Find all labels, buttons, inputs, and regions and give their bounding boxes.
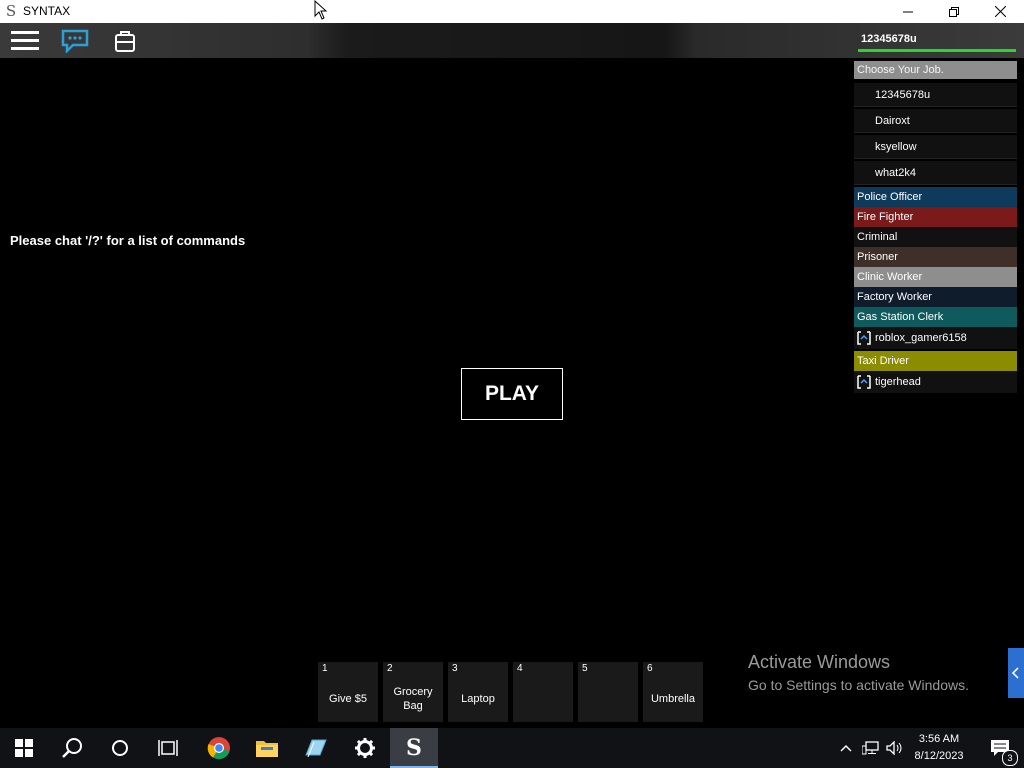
action-center-button[interactable]: 3 <box>980 728 1020 768</box>
leaderboard-player-row[interactable]: 12345678u <box>854 83 1017 107</box>
windows-start-icon <box>15 739 33 757</box>
network-icon <box>862 741 879 755</box>
notification-count-badge: 3 <box>1002 750 1018 766</box>
windows-taskbar: S 3:56 AM 8/12/2023 3 <box>0 728 1024 768</box>
team-row-factory-worker: Factory Worker <box>854 287 1017 307</box>
team-member-row[interactable]: tigerhead <box>854 371 1017 393</box>
hotbar-slot-2[interactable]: 2 Grocery Bag <box>383 662 443 722</box>
slot-number: 1 <box>322 663 328 674</box>
chrome-taskbar-button[interactable] <box>195 728 243 768</box>
team-row-gas-station-clerk: Gas Station Clerk <box>854 307 1017 327</box>
task-view-button[interactable] <box>144 728 192 768</box>
volume-button[interactable] <box>884 728 906 768</box>
slot-label: Give $5 <box>329 693 367 705</box>
activate-windows-watermark: Activate Windows Go to Settings to activ… <box>748 652 969 693</box>
network-button[interactable] <box>860 728 882 768</box>
slot-number: 4 <box>517 663 523 674</box>
play-button[interactable]: PLAY <box>461 368 563 420</box>
file-explorer-icon <box>256 741 278 757</box>
watermark-subtitle: Go to Settings to activate Windows. <box>748 677 969 693</box>
slot-label: Grocery Bag <box>393 686 433 712</box>
slot-label: Umbrella <box>650 693 695 705</box>
slot-label: Laptop <box>461 693 495 705</box>
search-button[interactable] <box>48 728 96 768</box>
cortana-icon <box>112 740 128 756</box>
syntax-icon: S <box>406 735 422 761</box>
side-panel-toggle[interactable] <box>1008 648 1024 698</box>
chat-icon[interactable] <box>60 23 90 58</box>
restore-icon <box>949 6 959 17</box>
membership-icon <box>857 331 871 345</box>
slot-label <box>513 680 573 718</box>
slot-number: 5 <box>582 663 588 674</box>
clock-time: 3:56 AM <box>918 733 960 745</box>
volume-icon <box>886 741 902 755</box>
team-member-name: tigerhead <box>875 376 921 388</box>
leaderboard-header: Choose Your Job. <box>854 61 1017 79</box>
window-title: SYNTAX <box>23 4 71 18</box>
team-member-row[interactable]: roblox_gamer6158 <box>854 327 1017 349</box>
slot-number: 6 <box>647 663 653 674</box>
syntax-taskbar-button[interactable]: S <box>390 728 438 768</box>
team-row-fire-fighter: Fire Fighter <box>854 207 1017 227</box>
settings-icon <box>355 738 375 758</box>
window-title-bar: S SYNTAX <box>0 0 1024 23</box>
leaderboard-player-row[interactable]: what2k4 <box>854 161 1017 185</box>
watermark-title: Activate Windows <box>748 652 891 672</box>
leaderboard-player-row[interactable]: ksyellow <box>854 135 1017 159</box>
slot-number: 2 <box>387 663 393 674</box>
task-view-icon <box>158 740 178 756</box>
team-row-prisoner: Prisoner <box>854 247 1017 267</box>
health-bar-fill <box>858 49 1016 52</box>
membership-icon <box>857 375 871 389</box>
team-row-taxi-driver: Taxi Driver <box>854 351 1017 371</box>
search-icon <box>62 738 82 758</box>
cortana-button[interactable] <box>96 728 144 768</box>
syntax-logo-icon: S <box>5 2 17 20</box>
slot-label <box>578 680 638 718</box>
app-taskbar-button[interactable] <box>292 728 340 768</box>
team-member-name: roblox_gamer6158 <box>875 332 967 344</box>
start-button[interactable] <box>0 728 48 768</box>
menu-icon[interactable] <box>10 23 40 58</box>
backpack-icon[interactable] <box>112 23 138 58</box>
show-hidden-icons-button[interactable] <box>836 728 856 768</box>
minimize-icon <box>903 11 913 12</box>
team-row-police-officer: Police Officer <box>854 187 1017 207</box>
chevron-left-icon <box>1012 667 1019 679</box>
hotbar-slot-3[interactable]: 3 Laptop <box>448 662 508 722</box>
team-row-criminal: Criminal <box>854 227 1017 247</box>
close-button[interactable] <box>977 0 1023 23</box>
leaderboard: Choose Your Job. 12345678u Dairoxt ksyel… <box>854 61 1017 395</box>
hotbar-slot-5[interactable]: 5 <box>578 662 638 722</box>
taskbar-clock[interactable]: 3:56 AM 8/12/2023 <box>914 731 964 765</box>
app-icon <box>305 739 327 758</box>
player-name: 12345678u <box>861 33 917 45</box>
hotbar-slot-4[interactable]: 4 <box>513 662 573 722</box>
minimize-button[interactable] <box>885 0 931 23</box>
hotbar-slot-1[interactable]: 1 Give $5 <box>318 662 378 722</box>
clock-date: 8/12/2023 <box>914 750 964 762</box>
restore-button[interactable] <box>931 0 977 23</box>
file-explorer-taskbar-button[interactable] <box>243 728 291 768</box>
chat-commands-hint: Please chat '/?' for a list of commands <box>10 233 246 248</box>
slot-number: 3 <box>452 663 458 674</box>
team-row-clinic-worker: Clinic Worker <box>854 267 1017 287</box>
chevron-up-icon <box>840 744 852 752</box>
settings-taskbar-button[interactable] <box>341 728 389 768</box>
hotbar-slot-6[interactable]: 6 Umbrella <box>643 662 703 722</box>
chrome-icon <box>207 737 230 760</box>
health-bar <box>858 49 1016 52</box>
leaderboard-player-row[interactable]: Dairoxt <box>854 109 1017 133</box>
close-icon <box>994 6 1006 17</box>
mouse-cursor-icon <box>314 0 328 20</box>
